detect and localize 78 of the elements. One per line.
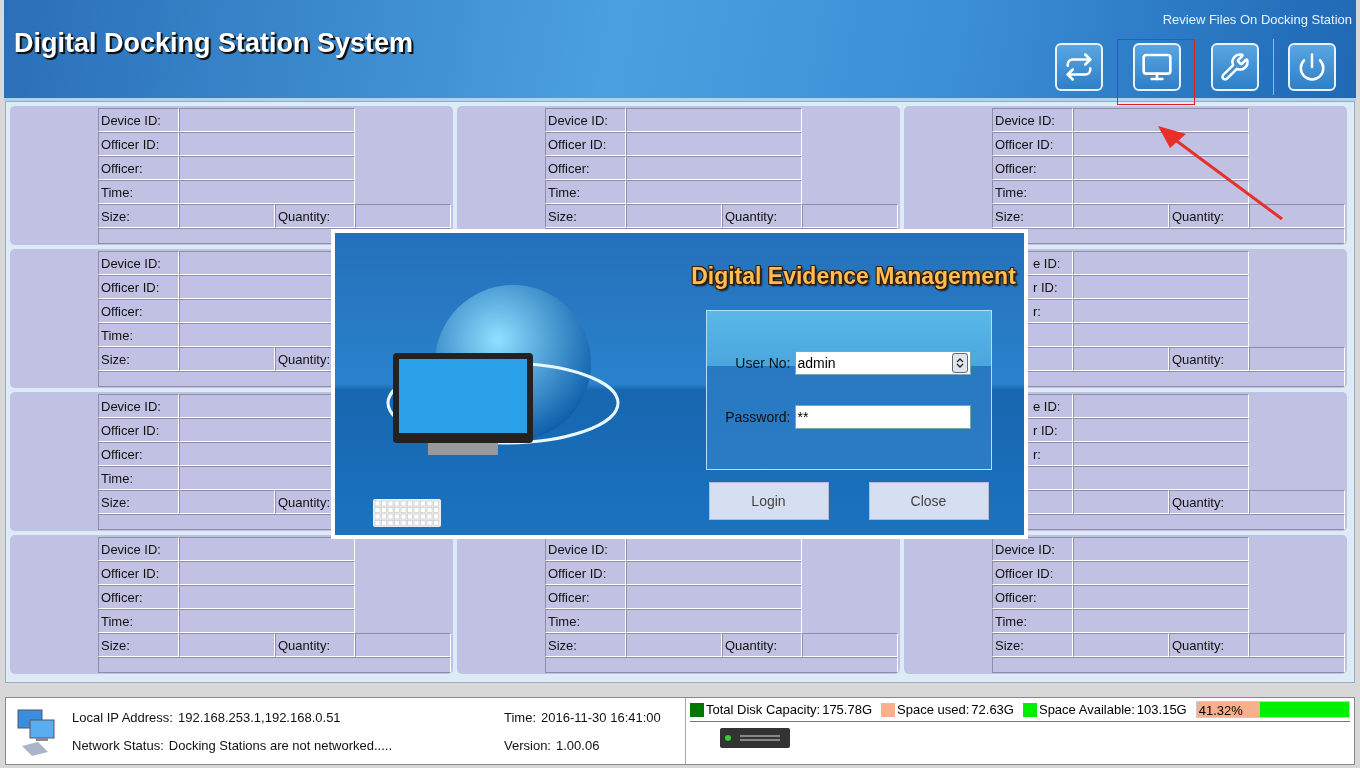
legend-label: Space used:: [897, 702, 970, 717]
field-label: Quantity:: [1169, 490, 1249, 514]
field-label: Officer:: [545, 585, 626, 609]
field-label: Time:: [98, 180, 179, 204]
version-label: Version:: [504, 737, 551, 753]
field-label: Device ID:: [98, 394, 179, 418]
field-label: Time:: [98, 466, 179, 490]
field-label: Size:: [98, 347, 179, 371]
field-label: Officer ID:: [992, 132, 1073, 156]
field-label: Officer ID:: [98, 418, 179, 442]
wrench-icon: [1220, 51, 1250, 82]
field-label: Quantity:: [722, 633, 802, 657]
toolbar-button[interactable]: [1055, 42, 1103, 91]
field-label: Officer ID:: [545, 561, 626, 585]
field-label: Size:: [545, 633, 626, 657]
legend-value: 72.63G: [971, 702, 1014, 717]
field-label: Device ID:: [98, 537, 179, 561]
field-label: Size:: [98, 204, 179, 228]
field-label: Officer:: [992, 585, 1073, 609]
field-label: Quantity:: [722, 204, 802, 228]
user-field[interactable]: admin: [794, 351, 971, 375]
field-label: Officer ID:: [98, 275, 179, 299]
ip-value: 192.168.253.1,192.168.0.51: [177, 709, 341, 725]
field-label: Officer ID:: [992, 561, 1073, 585]
password-label: Password:: [725, 409, 791, 425]
tool-caption: Review Files On Docking Station: [1162, 11, 1352, 27]
field-label: Device ID:: [98, 251, 179, 275]
user-label: User No:: [735, 355, 791, 371]
field-label: Quantity:: [1169, 204, 1249, 228]
network-label: Network Status:: [72, 737, 164, 753]
field-label: Size:: [992, 204, 1073, 228]
field-label: Quantity:: [1169, 347, 1249, 371]
field-label: Time:: [98, 609, 179, 633]
toolbar-button[interactable]: [1211, 42, 1259, 91]
app-title: Digital Docking Station System: [14, 27, 414, 59]
legend-label: Space Available:: [1038, 702, 1135, 717]
disk-usage-fill: 41.32%: [1196, 702, 1260, 717]
legend-label: Total Disk Capacity:: [706, 702, 821, 717]
field-label: Officer:: [98, 156, 179, 180]
field-label: Time:: [98, 323, 179, 347]
field-label: Time:: [545, 609, 626, 633]
toolbar-button[interactable]: [1133, 42, 1181, 91]
power-icon: [1297, 51, 1327, 82]
field-label: Officer:: [98, 442, 179, 466]
toolbar-button[interactable]: [1288, 42, 1336, 91]
repeat-arrows-icon: [1064, 51, 1094, 82]
time-label: Time:: [504, 709, 537, 725]
field-label: Quantity:: [275, 204, 355, 228]
ip-label: Local IP Address:: [72, 709, 173, 725]
field-label: Officer:: [992, 156, 1073, 180]
field-label: Device ID:: [98, 108, 179, 132]
field-label: Device ID:: [992, 108, 1073, 132]
drive-icon: [720, 728, 790, 748]
time-value: 2016-11-30 16:41:00: [541, 709, 661, 725]
keyboard-icon: [373, 499, 441, 527]
legend-value: 175.78G: [822, 702, 873, 717]
field-label: Size:: [545, 204, 626, 228]
password-field[interactable]: **: [794, 405, 971, 429]
field-label: Officer ID:: [98, 561, 179, 585]
field-label: Size:: [98, 633, 179, 657]
network-value: Docking Stations are not networked.....: [168, 737, 393, 753]
field-label: Officer ID:: [98, 132, 179, 156]
field-label: Quantity:: [275, 633, 355, 657]
field-label: Size:: [98, 490, 179, 514]
field-label: Time:: [545, 180, 626, 204]
field-label: Officer ID:: [545, 132, 626, 156]
version-value: 1.00.06: [556, 737, 600, 753]
field-label: Officer:: [98, 299, 179, 323]
dialog-button[interactable]: Close: [868, 482, 989, 520]
field-label: Quantity:: [1169, 633, 1249, 657]
field-label: Time:: [992, 180, 1073, 204]
legend-value: 103.15G: [1136, 702, 1187, 717]
field-label: Officer:: [98, 585, 179, 609]
field-label: Officer:: [545, 156, 626, 180]
field-label: Size:: [992, 633, 1073, 657]
field-label: Device ID:: [545, 108, 626, 132]
dialog-button[interactable]: Login: [708, 482, 829, 520]
field-label: Time:: [992, 609, 1073, 633]
